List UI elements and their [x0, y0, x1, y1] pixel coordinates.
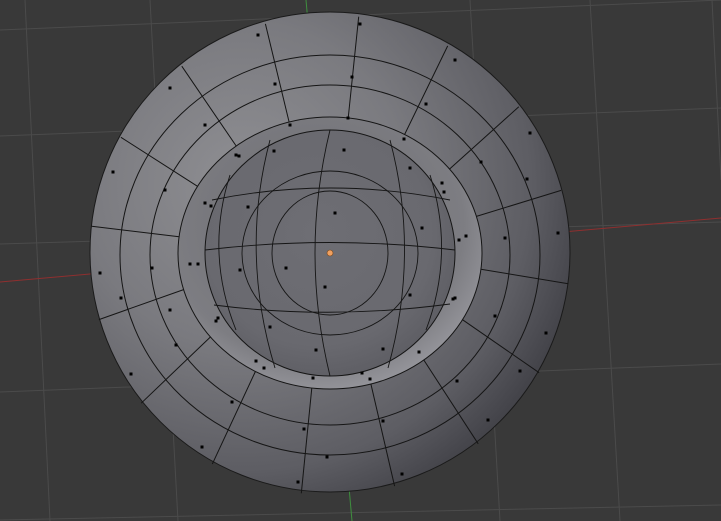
mesh-vertex[interactable] [479, 160, 483, 164]
mesh-vertex[interactable] [503, 236, 507, 240]
mesh-vertex[interactable] [457, 238, 461, 242]
mesh-vertex[interactable] [442, 190, 446, 194]
mesh-vertex[interactable] [420, 226, 424, 230]
mesh-vertex[interactable] [203, 123, 207, 127]
mesh-vertex[interactable] [408, 166, 412, 170]
mesh-vertex[interactable] [518, 369, 522, 373]
mesh-vertex[interactable] [493, 314, 497, 318]
mesh-vertex[interactable] [342, 148, 346, 152]
mesh-vertex[interactable] [424, 102, 428, 106]
mesh-vertex[interactable] [246, 205, 250, 209]
mesh-vertex[interactable] [234, 153, 238, 157]
mesh-vertex[interactable] [528, 131, 532, 135]
mesh-vertex[interactable] [163, 188, 167, 192]
mesh-vertex[interactable] [214, 319, 218, 323]
mesh-vertex[interactable] [196, 262, 200, 266]
mesh-vertex[interactable] [284, 266, 288, 270]
mesh-vertex[interactable] [464, 234, 468, 238]
mesh-vertex[interactable] [333, 211, 337, 215]
mesh-vertex[interactable] [238, 268, 242, 272]
mesh-vertex[interactable] [256, 33, 260, 37]
mesh-vertex[interactable] [268, 325, 272, 329]
mesh-vertex[interactable] [358, 22, 362, 26]
mesh-vertex[interactable] [556, 231, 560, 235]
mesh-vertex[interactable] [417, 350, 421, 354]
mesh-vertex[interactable] [188, 262, 192, 266]
mesh-vertex[interactable] [119, 296, 123, 300]
mesh-vertex[interactable] [451, 297, 455, 301]
mesh-vertex[interactable] [272, 149, 276, 153]
mesh-vertex[interactable] [402, 137, 406, 141]
mesh-vertex[interactable] [455, 379, 459, 383]
mesh-vertex[interactable] [323, 285, 327, 289]
mesh-vertex[interactable] [150, 266, 154, 270]
mesh-vertex[interactable] [368, 377, 372, 381]
mesh-vertex[interactable] [346, 116, 350, 120]
mesh-vertex[interactable] [209, 204, 213, 208]
mesh-vertex[interactable] [203, 201, 207, 205]
mesh-vertex[interactable] [525, 177, 529, 181]
mesh-vertex[interactable] [174, 343, 178, 347]
mesh-vertex[interactable] [453, 58, 457, 62]
viewport-canvas[interactable] [0, 0, 721, 521]
mesh-vertex[interactable] [288, 123, 292, 127]
mesh-vertex[interactable] [311, 376, 315, 380]
mesh-vertex[interactable] [314, 348, 318, 352]
object-origin [326, 249, 334, 257]
mesh-vertex[interactable] [296, 480, 300, 484]
mesh-vertex[interactable] [381, 347, 385, 351]
mesh-vertex[interactable] [98, 271, 102, 275]
mesh-vertex[interactable] [262, 366, 266, 370]
mesh-vertex[interactable] [350, 75, 354, 79]
mesh-vertex[interactable] [273, 82, 277, 86]
mesh-vertex[interactable] [325, 455, 329, 459]
mesh-vertex[interactable] [111, 170, 115, 174]
mesh-vertex[interactable] [237, 154, 241, 158]
mesh-vertex[interactable] [302, 427, 306, 431]
mesh-vertex[interactable] [129, 372, 133, 376]
mesh-vertex[interactable] [544, 331, 548, 335]
mesh-vertex[interactable] [216, 316, 220, 320]
mesh-vertex[interactable] [230, 400, 234, 404]
mesh-vertex[interactable] [381, 419, 385, 423]
mesh-vertex[interactable] [200, 445, 204, 449]
mesh-vertex[interactable] [400, 472, 404, 476]
mesh-vertex[interactable] [408, 293, 412, 297]
mesh-vertex[interactable] [360, 371, 364, 375]
mesh-vertex[interactable] [254, 359, 258, 363]
mesh-vertex[interactable] [168, 86, 172, 90]
3d-viewport[interactable] [0, 0, 721, 521]
mesh-vertex[interactable] [440, 181, 444, 185]
mesh-vertex[interactable] [486, 418, 490, 422]
mesh-vertex[interactable] [168, 308, 172, 312]
